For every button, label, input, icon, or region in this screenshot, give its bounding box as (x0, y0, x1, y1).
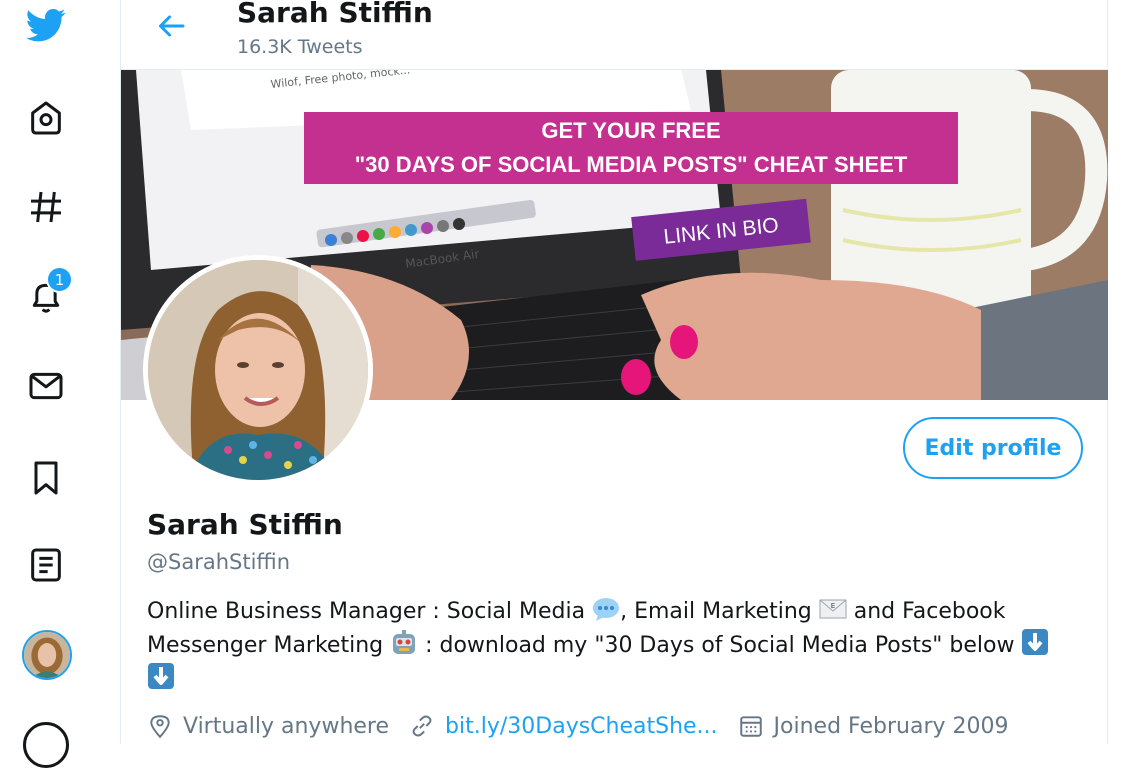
profile-website-link[interactable]: bit.ly/30DaysCheatShe... (445, 714, 718, 739)
banner-headline-line1: GET YOUR FREE (541, 118, 720, 143)
edit-profile-button[interactable]: Edit profile (903, 417, 1083, 479)
profile-avatar-icon[interactable] (22, 630, 72, 680)
profile-name: Sarah Stiffin (147, 508, 343, 541)
bio-text-part2: , Email Marketing (620, 599, 819, 624)
envelope-email-icon: E (819, 596, 847, 622)
profile-column: Sarah Stiffin 16.3K Tweets Wilof, Free p… (120, 0, 1108, 744)
bookmarks-icon[interactable] (23, 455, 69, 501)
bio-text-part1: Online Business Manager : Social Media (147, 599, 593, 624)
profile-meta-row: Virtually anywhere bit.ly/30DaysCheatShe… (147, 708, 1009, 744)
profile-header-bar: Sarah Stiffin 16.3K Tweets (121, 0, 1107, 70)
profile-handle: @SarahStiffin (147, 550, 291, 574)
home-icon[interactable] (23, 95, 69, 141)
robot-face-icon (390, 630, 418, 656)
messages-envelope-icon[interactable] (23, 363, 69, 409)
lists-icon[interactable] (23, 542, 69, 588)
calendar-icon (739, 716, 762, 737)
sidebar-nav: 1 (0, 0, 120, 768)
profile-location: Virtually anywhere (183, 713, 390, 739)
speech-bubble-icon (592, 596, 620, 622)
profile-joined-date: Joined February 2009 (773, 713, 1009, 739)
back-arrow-icon[interactable] (153, 8, 189, 44)
bio-text-part4: : download my "30 Days of Social Media P… (418, 633, 1022, 658)
header-profile-name: Sarah Stiffin (237, 0, 433, 29)
link-chain-icon (412, 715, 432, 737)
explore-hashtag-icon[interactable] (23, 184, 69, 230)
twitter-logo-icon[interactable] (23, 2, 69, 48)
header-tweet-count: 16.3K Tweets (237, 36, 363, 58)
profile-bio: Online Business Manager : Social Media ,… (147, 596, 1077, 696)
banner-headline-line2: "30 DAYS OF SOCIAL MEDIA POSTS" CHEAT SH… (355, 152, 908, 177)
down-arrow-icon (1021, 628, 1049, 655)
more-menu-icon[interactable] (23, 722, 69, 768)
profile-avatar[interactable] (143, 255, 373, 485)
location-pin-icon (150, 715, 170, 739)
down-arrow-icon (147, 662, 175, 689)
svg-text:E: E (831, 602, 835, 610)
notification-count-badge: 1 (46, 266, 73, 293)
